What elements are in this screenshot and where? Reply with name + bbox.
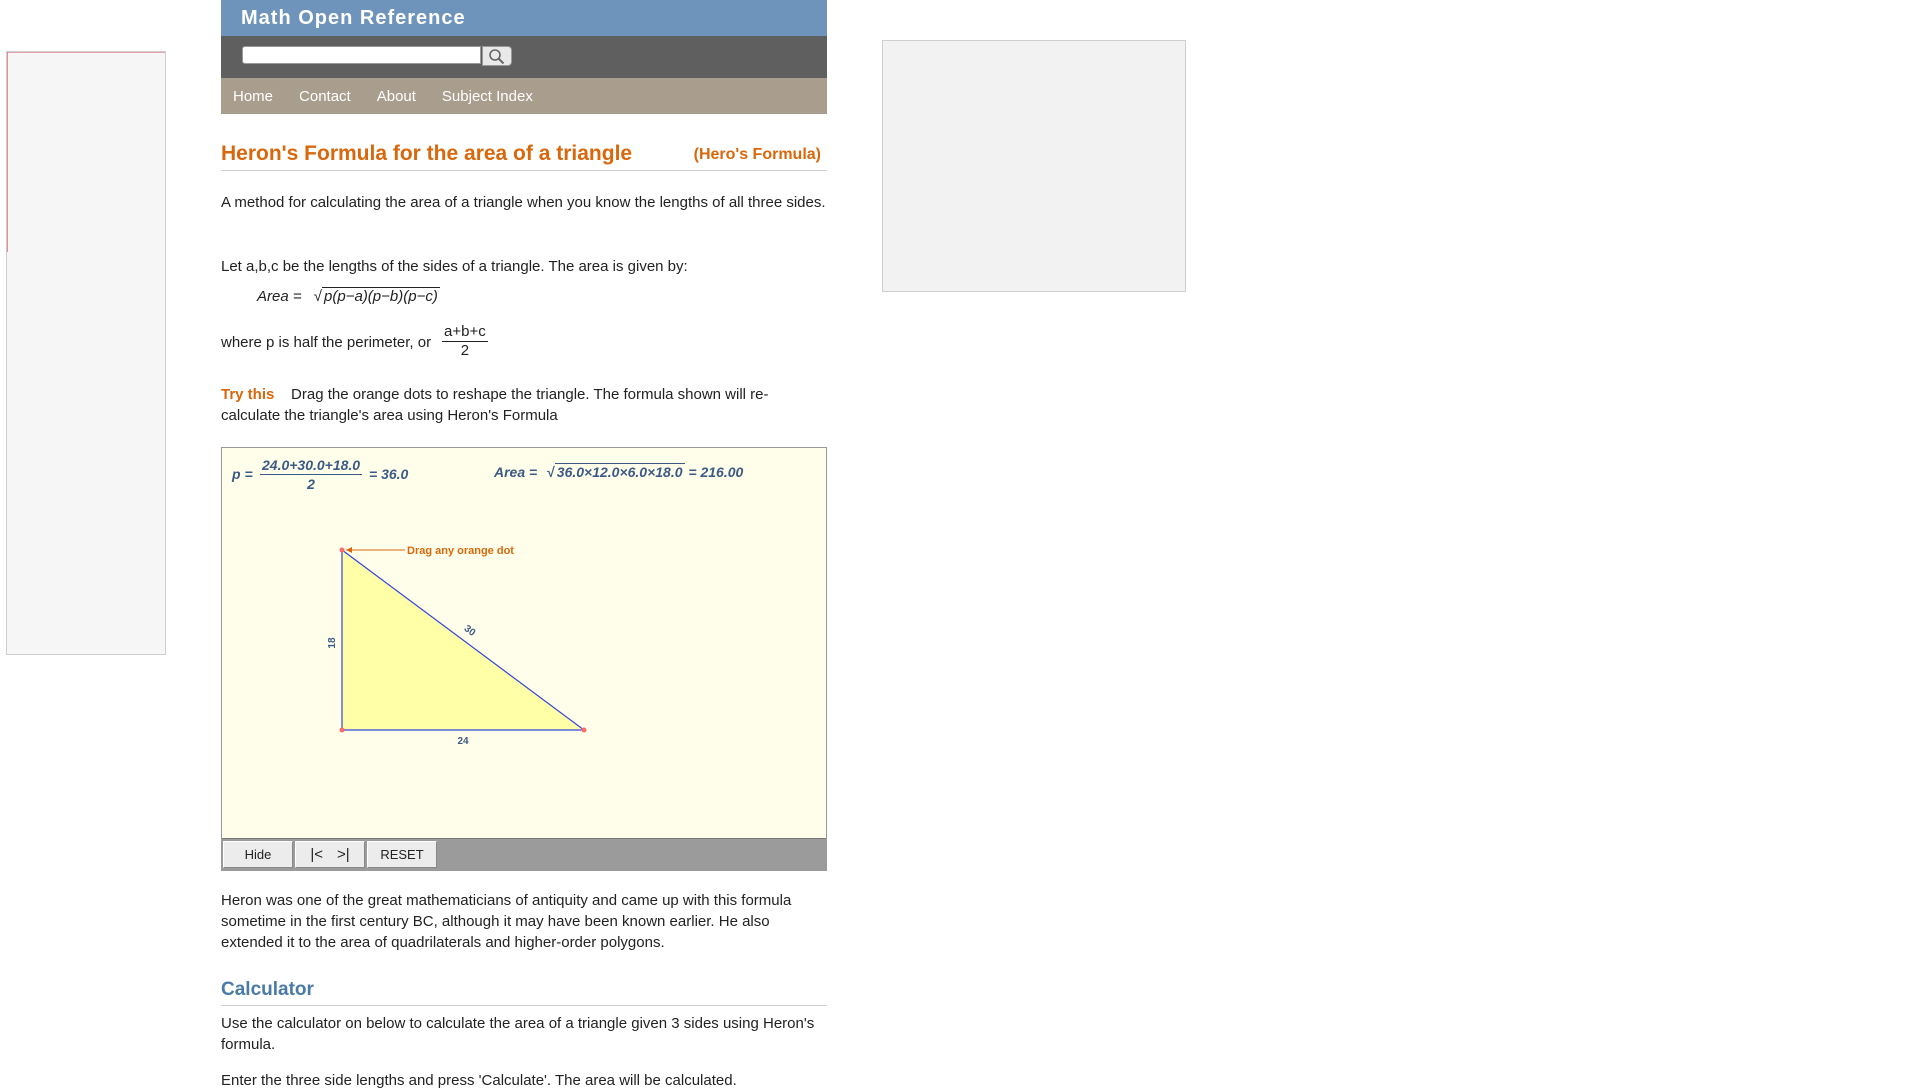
calculator-instructions: Enter the three side lengths and press '… xyxy=(221,1072,737,1089)
try-this-label: Try this xyxy=(221,386,275,403)
triangle-shape xyxy=(341,548,586,731)
formula-radicand: p(p−a)(p−b)(p−c) xyxy=(322,287,440,305)
search-icon xyxy=(489,49,505,65)
ad-border-line xyxy=(7,52,165,53)
right-ad-panel xyxy=(882,40,1186,292)
nav-contact[interactable]: Contact xyxy=(299,88,351,105)
side-label-left: 18 xyxy=(327,637,338,649)
drag-dot-bottom-left[interactable] xyxy=(339,727,345,733)
search-input[interactable] xyxy=(242,46,481,64)
page-subtitle: (Hero's Formula) xyxy=(693,146,821,163)
perimeter-fraction: a+b+c 2 xyxy=(442,323,488,360)
try-this-text: Drag the orange dots to reshape the tria… xyxy=(221,386,769,424)
reset-button[interactable]: RESET xyxy=(367,841,437,868)
side-label-hypotenuse: 30 xyxy=(462,623,478,639)
main-column: Math Open Reference Home Contact About S… xyxy=(221,0,827,1089)
nav-about[interactable]: About xyxy=(377,88,416,105)
drag-hint-text: Drag any orange dot xyxy=(407,545,514,557)
search-button[interactable] xyxy=(482,46,512,66)
nav-home[interactable]: Home xyxy=(233,88,273,105)
triangle-canvas: Drag any orange dot 18 30 24 xyxy=(327,545,587,747)
main-nav: Home Contact About Subject Index xyxy=(221,78,827,114)
perimeter-denominator: 2 xyxy=(460,342,470,359)
step-buttons: |< >| xyxy=(295,841,365,868)
perimeter-numerator: a+b+c xyxy=(442,323,488,342)
let-paragraph: Let a,b,c be the lengths of the sides of… xyxy=(221,258,688,275)
page-title: Heron's Formula for the area of a triang… xyxy=(221,142,827,171)
heron-applet: p = 24.0+30.0+18.0 2 = 36.0 Area = √ 36.0… xyxy=(221,447,827,871)
first-step-button[interactable]: |< xyxy=(310,846,323,863)
history-paragraph: Heron was one of the great mathematician… xyxy=(221,892,792,951)
heron-formula: Area = √ p(p−a)(p−b)(p−c) xyxy=(257,287,440,305)
left-ad-panel xyxy=(6,51,166,655)
ad-border-accent xyxy=(7,52,8,252)
perimeter-text: where p is half the perimeter, or xyxy=(221,334,432,351)
sqrt-symbol: √ xyxy=(313,288,323,305)
site-title[interactable]: Math Open Reference xyxy=(221,0,827,36)
next-step-button[interactable]: >| xyxy=(337,846,350,863)
calculator-description: Use the calculator on below to calculate… xyxy=(221,1015,815,1053)
search-bar xyxy=(221,36,827,78)
try-this-paragraph: Try this Drag the orange dots to reshape… xyxy=(221,384,827,426)
calculator-heading: Calculator xyxy=(221,979,827,1006)
drag-dot-top[interactable] xyxy=(339,547,345,553)
applet-toolbar: Hide |< >| RESET xyxy=(222,838,826,870)
page-title-text: Heron's Formula for the area of a triang… xyxy=(221,142,633,165)
nav-subject-index[interactable]: Subject Index xyxy=(442,88,533,105)
side-label-bottom: 24 xyxy=(457,736,469,747)
formula-label: Area = xyxy=(257,288,302,305)
hide-button[interactable]: Hide xyxy=(223,841,293,868)
intro-paragraph: A method for calculating the area of a t… xyxy=(221,194,826,211)
drag-hint-arrowhead xyxy=(346,547,352,553)
drag-dot-bottom-right[interactable] xyxy=(581,727,587,733)
